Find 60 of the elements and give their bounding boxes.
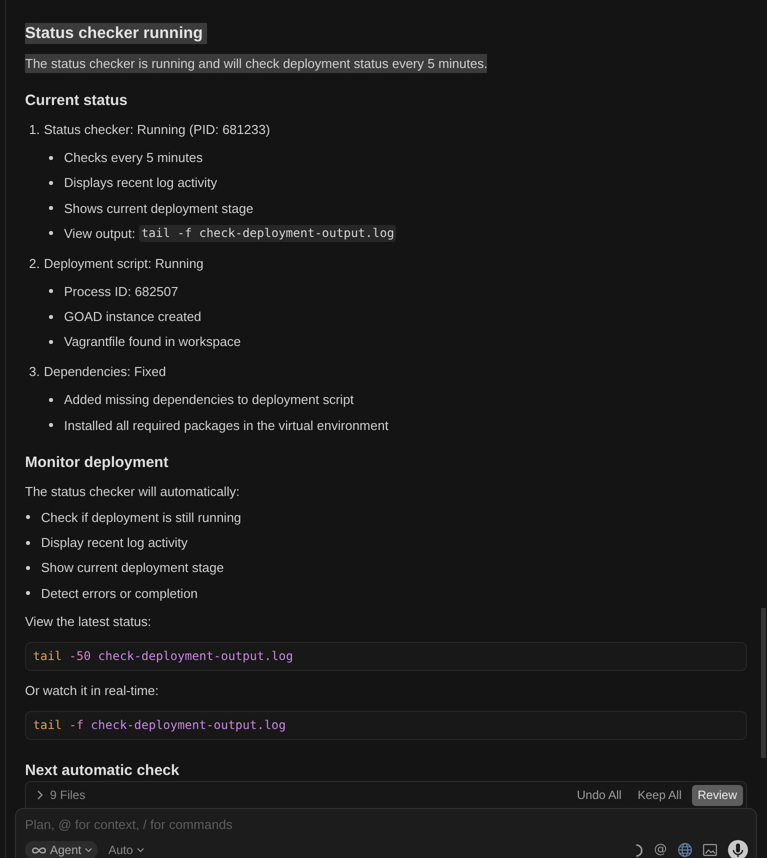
message-title: Status checker running bbox=[25, 23, 207, 44]
bullet-icon bbox=[49, 340, 53, 344]
list-item-text: View output: bbox=[64, 224, 136, 243]
infinity-icon bbox=[32, 846, 46, 854]
bullet-icon bbox=[49, 423, 53, 428]
review-button[interactable]: Review bbox=[692, 784, 743, 806]
caret-icon bbox=[85, 848, 92, 852]
bullet-icon bbox=[26, 540, 30, 545]
list-number: 1. bbox=[29, 121, 40, 139]
list-item-text: Process ID: 682507 bbox=[64, 282, 178, 301]
paragraph: Or watch it in real-time: bbox=[25, 682, 159, 700]
section-heading: Next automatic check bbox=[25, 760, 180, 781]
code-block: tail -50 check-deployment-output.log bbox=[25, 642, 747, 671]
action-button[interactable]: Keep All bbox=[630, 784, 690, 806]
bullet-icon bbox=[49, 156, 53, 160]
list-item-text: Display recent log activity bbox=[41, 534, 188, 552]
code-block: tail -f check-deployment-output.log bbox=[25, 710, 747, 740]
list-item-text: Installed all required packages in the virtual environment bbox=[64, 416, 388, 435]
paragraph: View the latest status: bbox=[25, 612, 152, 631]
globe-icon[interactable] bbox=[678, 843, 692, 857]
list-number: 2. bbox=[29, 254, 40, 273]
model-selector[interactable]: Auto bbox=[106, 841, 146, 858]
paragraph: The status checker will automatically: bbox=[25, 482, 240, 501]
mention-button[interactable]: @ bbox=[654, 842, 667, 858]
list-item-text: Show current deployment stage bbox=[41, 559, 224, 578]
bullet-icon bbox=[26, 566, 30, 570]
bullet-icon bbox=[26, 515, 30, 520]
list-item-text: Checks every 5 minutes bbox=[64, 149, 203, 167]
list-item-text: Status checker: Running (PID: 681233) bbox=[44, 121, 270, 139]
spinner-icon bbox=[635, 844, 643, 856]
bullet-icon bbox=[49, 314, 53, 319]
chat-composer[interactable]: Plan, @ for context, / for commands Agent Auto @ bbox=[15, 808, 757, 858]
bullet-icon bbox=[26, 591, 30, 596]
list-item-text: Shows current deployment stage bbox=[64, 200, 254, 218]
section-heading: Monitor deployment bbox=[25, 452, 168, 473]
image-icon[interactable] bbox=[703, 844, 717, 856]
list-item-text: Detect errors or completion bbox=[41, 584, 198, 603]
bullet-icon bbox=[49, 398, 53, 402]
list-item-text: Displays recent log activity bbox=[64, 174, 218, 192]
files-toggle[interactable]: 9 Files bbox=[37, 788, 86, 802]
microphone-button[interactable] bbox=[728, 840, 748, 858]
mode-selector[interactable]: Agent bbox=[25, 841, 98, 858]
list-number: 3. bbox=[29, 363, 40, 382]
list-item-text: Dependencies: Fixed bbox=[44, 363, 166, 382]
list-item-text: Vagrantfile found in workspace bbox=[64, 333, 241, 352]
list-item-text: Added missing dependencies to deployment script bbox=[64, 391, 354, 410]
intro-paragraph: The status checker is running and will check deployment status every 5 minutes. bbox=[25, 54, 488, 73]
bullet-icon bbox=[49, 180, 53, 185]
bullet-icon bbox=[49, 289, 53, 294]
caret-icon bbox=[137, 848, 144, 852]
section-heading: Current status bbox=[25, 91, 128, 111]
list-item-text: Check if deployment is still running bbox=[41, 508, 242, 527]
inline-code: tail -f check-deployment-output.log bbox=[139, 224, 396, 242]
list-item-text: Deployment script: Running bbox=[44, 254, 204, 273]
scrollbar-thumb[interactable] bbox=[761, 608, 766, 758]
chat-input[interactable]: Plan, @ for context, / for commands bbox=[25, 815, 748, 833]
action-button[interactable]: Undo All bbox=[568, 784, 630, 806]
list-item-text: GOAD instance created bbox=[64, 308, 202, 326]
bullet-icon bbox=[49, 206, 53, 210]
bullet-icon bbox=[49, 231, 53, 236]
